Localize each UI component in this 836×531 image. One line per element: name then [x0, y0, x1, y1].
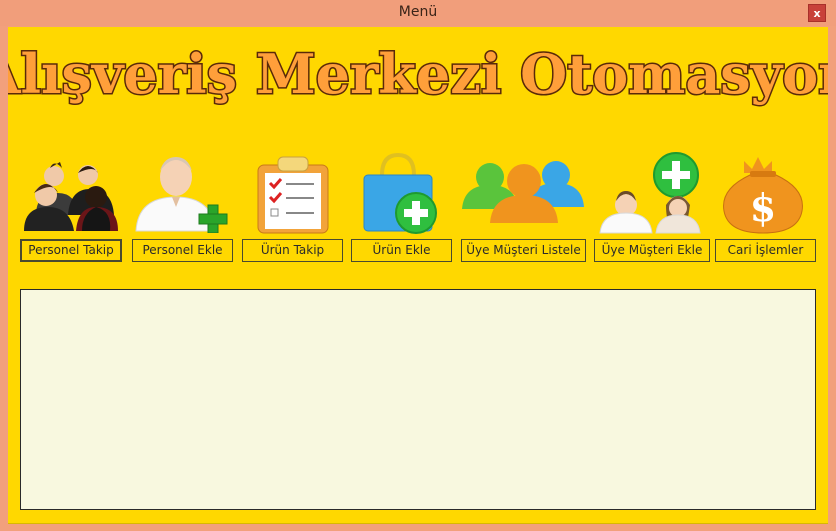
- add-person-icon: [135, 157, 228, 233]
- urun-takip-button[interactable]: Ürün Takip: [242, 239, 343, 262]
- main-form: Alışveriş Merkezi Otomasyon $ Personel T…: [8, 27, 828, 524]
- window-title: Menü: [398, 4, 438, 20]
- uye-musteri-listele-button[interactable]: Üye Müşteri Listele: [461, 239, 586, 262]
- personel-ekle-button[interactable]: Personel Ekle: [132, 239, 233, 262]
- content-panel[interactable]: [20, 289, 816, 510]
- title-bar[interactable]: Menü x: [0, 0, 836, 26]
- urun-ekle-button[interactable]: Ürün Ekle: [351, 239, 452, 262]
- clipboard-checklist-icon: [257, 156, 329, 234]
- close-button[interactable]: x: [808, 4, 826, 22]
- svg-text:$: $: [750, 185, 776, 230]
- cari-islemler-button[interactable]: Cari İşlemler: [715, 239, 816, 262]
- user-group-list-icon: [462, 161, 584, 223]
- personel-takip-button[interactable]: Personel Takip: [20, 239, 122, 262]
- shopping-bag-plus-icon: [363, 152, 437, 234]
- app-banner: Alışveriş Merkezi Otomasyon: [8, 41, 828, 108]
- money-bag-icon: $: [723, 157, 803, 234]
- people-group-icon: [24, 162, 118, 231]
- banner-title: Alışveriş Merkezi Otomasyon: [8, 42, 828, 106]
- uye-musteri-ekle-button[interactable]: Üye Müşteri Ekle: [594, 239, 710, 262]
- add-member-icon: [599, 152, 701, 234]
